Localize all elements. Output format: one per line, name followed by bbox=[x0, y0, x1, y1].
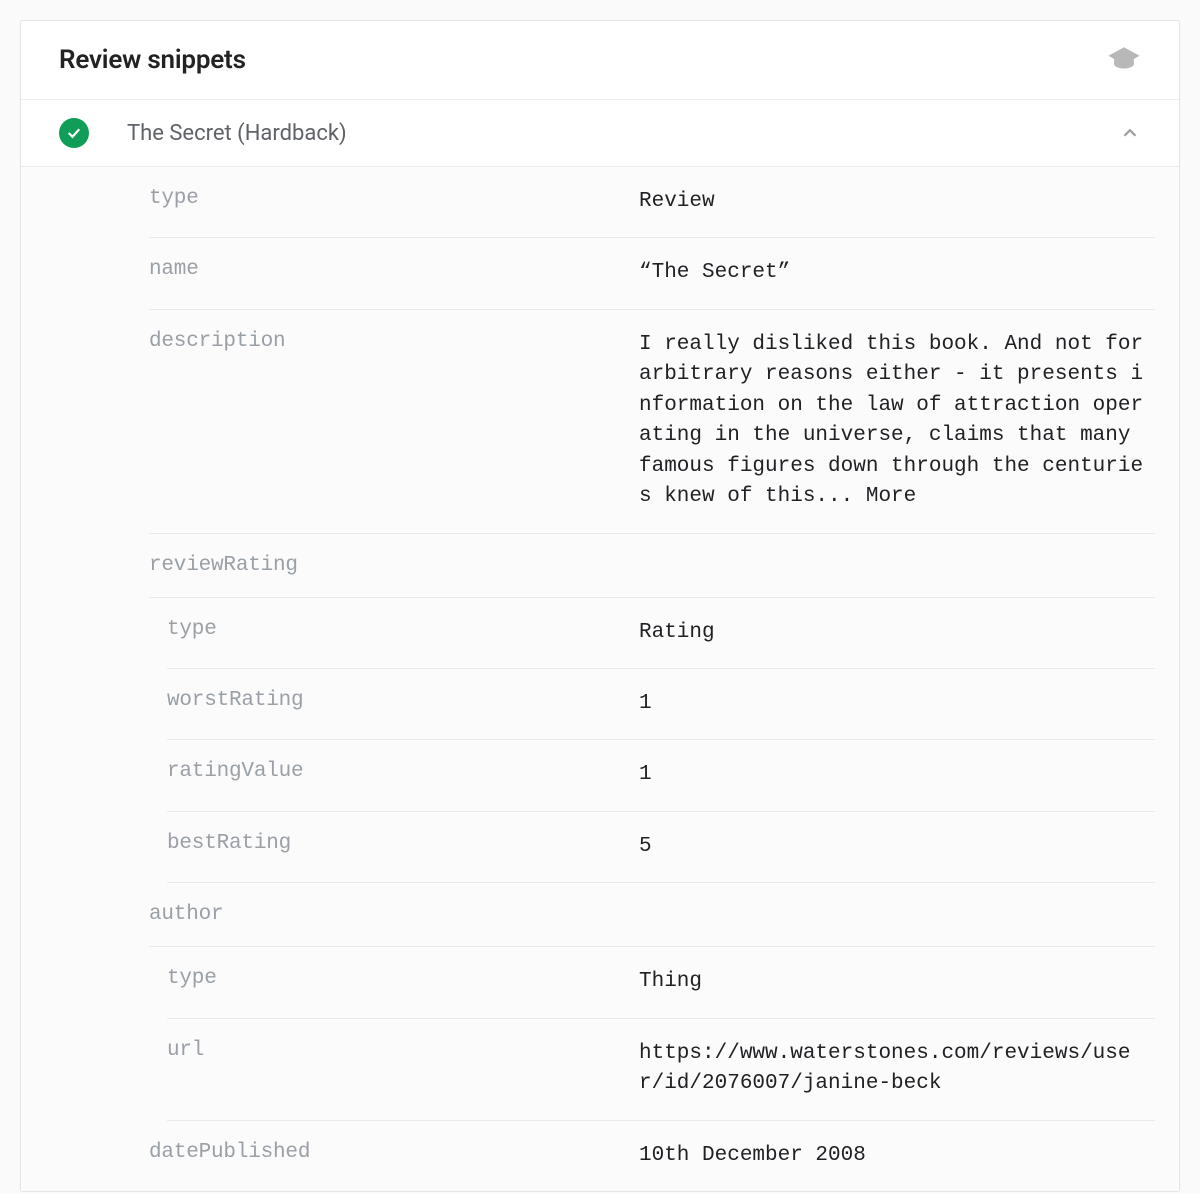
prop-row-description: description I really disliked this book.… bbox=[149, 310, 1155, 534]
prop-key: bestRating bbox=[167, 832, 639, 862]
prop-row-name: name “The Secret” bbox=[149, 238, 1155, 309]
prop-key: ratingValue bbox=[167, 760, 639, 790]
prop-row-type: type Review bbox=[149, 167, 1155, 238]
card-header: Review snippets bbox=[21, 21, 1179, 100]
prop-key: worstRating bbox=[167, 689, 639, 719]
prop-row-rating-type: type Rating bbox=[167, 598, 1155, 669]
prop-val bbox=[639, 903, 1155, 926]
prop-key: type bbox=[167, 967, 639, 997]
prop-key: type bbox=[149, 187, 639, 217]
prop-val: 5 bbox=[639, 832, 1155, 862]
accordion-title: The Secret (Hardback) bbox=[127, 121, 1119, 146]
prop-row-bestrating: bestRating 5 bbox=[167, 812, 1155, 883]
prop-val: “The Secret” bbox=[639, 258, 1155, 288]
graduation-cap-icon[interactable] bbox=[1107, 43, 1141, 77]
properties-panel: type Review name “The Secret” descriptio… bbox=[21, 167, 1179, 1191]
prop-val: 10th December 2008 bbox=[639, 1141, 1155, 1171]
prop-val: https://www.waterstones.com/reviews/user… bbox=[639, 1039, 1155, 1100]
prop-row-worstrating: worstRating 1 bbox=[167, 669, 1155, 740]
prop-val: Thing bbox=[639, 967, 1155, 997]
prop-row-ratingvalue: ratingValue 1 bbox=[167, 740, 1155, 811]
prop-row-author: author bbox=[149, 883, 1155, 947]
card-title: Review snippets bbox=[59, 45, 246, 75]
prop-val: I really disliked this book. And not for… bbox=[639, 330, 1155, 513]
prop-row-url: url https://www.waterstones.com/reviews/… bbox=[167, 1019, 1155, 1121]
prop-key: name bbox=[149, 258, 639, 288]
prop-val: 1 bbox=[639, 760, 1155, 790]
prop-val: 1 bbox=[639, 689, 1155, 719]
prop-val bbox=[639, 554, 1155, 577]
prop-key: reviewRating bbox=[149, 554, 639, 577]
prop-row-datepublished: datePublished 10th December 2008 bbox=[149, 1121, 1155, 1191]
prop-row-author-type: type Thing bbox=[167, 947, 1155, 1018]
prop-val: Review bbox=[639, 187, 1155, 217]
prop-key: description bbox=[149, 330, 639, 513]
prop-key: type bbox=[167, 618, 639, 648]
check-success-icon bbox=[59, 118, 89, 148]
prop-key: author bbox=[149, 903, 639, 926]
chevron-up-icon bbox=[1119, 122, 1141, 144]
prop-row-reviewrating: reviewRating bbox=[149, 534, 1155, 598]
accordion-header[interactable]: The Secret (Hardback) bbox=[21, 100, 1179, 167]
prop-val: Rating bbox=[639, 618, 1155, 648]
prop-key: datePublished bbox=[149, 1141, 639, 1171]
prop-key: url bbox=[167, 1039, 639, 1100]
review-snippets-card: Review snippets The Secret (Hardback) ty… bbox=[20, 20, 1180, 1192]
